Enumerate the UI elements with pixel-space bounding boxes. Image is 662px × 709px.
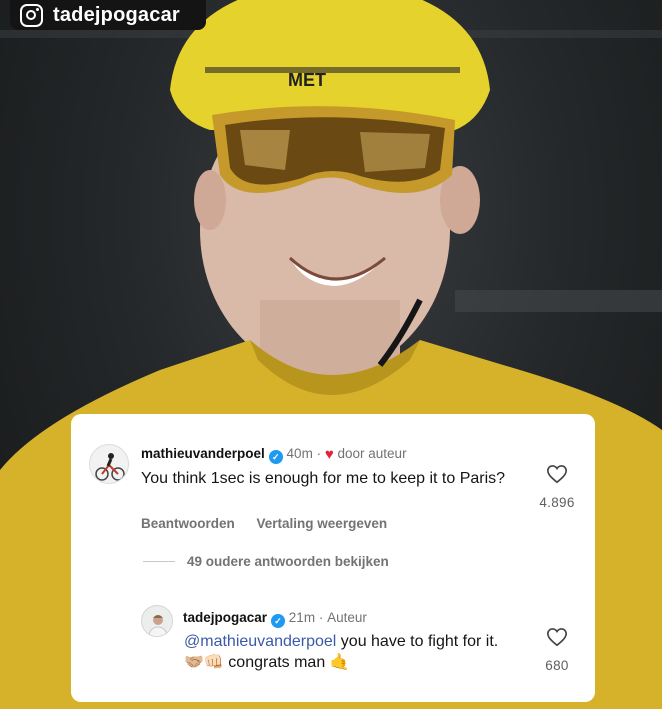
comment-like: 4.896 — [532, 463, 582, 510]
like-count: 680 — [545, 658, 569, 673]
comment-time: 40m — [286, 446, 313, 461]
liked-by-author-label: door auteur — [337, 446, 407, 461]
author-label: Auteur — [327, 610, 367, 625]
account-badge[interactable]: tadejpogacar — [10, 0, 206, 30]
reply-time: 21m — [288, 610, 316, 625]
account-handle: tadejpogacar — [53, 3, 180, 26]
comment-username[interactable]: mathieuvanderpoel — [141, 446, 265, 461]
like-count: 4.896 — [539, 495, 575, 510]
avatar[interactable] — [141, 605, 173, 637]
thread-line — [143, 561, 175, 562]
comment-text: You think 1sec is enough for me to keep … — [141, 470, 506, 487]
comment-actions: Beantwoorden Vertaling weergeven — [141, 516, 405, 531]
view-older-replies[interactable]: 49 oudere antwoorden bekijken — [143, 554, 389, 569]
avatar[interactable] — [89, 444, 129, 484]
reply-username[interactable]: tadejpogacar — [183, 610, 267, 625]
heart-icon[interactable] — [546, 626, 568, 648]
mention-link[interactable]: @mathieuvanderpoel — [184, 633, 336, 650]
comment-card: mathieuvanderpoel ✓ 40m · ♥ door auteur Y… — [71, 414, 595, 702]
comment-header: mathieuvanderpoel ✓ 40m · ♥ door auteur — [141, 446, 407, 464]
verified-icon: ✓ — [271, 614, 286, 628]
translate-button[interactable]: Vertaling weergeven — [257, 516, 388, 531]
svg-text:MET: MET — [288, 70, 326, 90]
reply-like: 680 — [532, 626, 582, 673]
instagram-icon — [20, 3, 43, 27]
reply-header: tadejpogacar ✓ 21m · Auteur — [183, 610, 367, 628]
verified-icon: ✓ — [268, 450, 283, 464]
separator: · — [318, 610, 324, 625]
reply-button[interactable]: Beantwoorden — [141, 516, 235, 531]
heart-icon[interactable] — [546, 463, 568, 485]
liked-heart-icon: ♥ — [324, 446, 334, 463]
reply-text: @mathieuvanderpoel you have to fight for… — [184, 631, 514, 673]
older-replies-label: 49 oudere antwoorden bekijken — [187, 554, 389, 569]
separator: · — [316, 446, 322, 461]
